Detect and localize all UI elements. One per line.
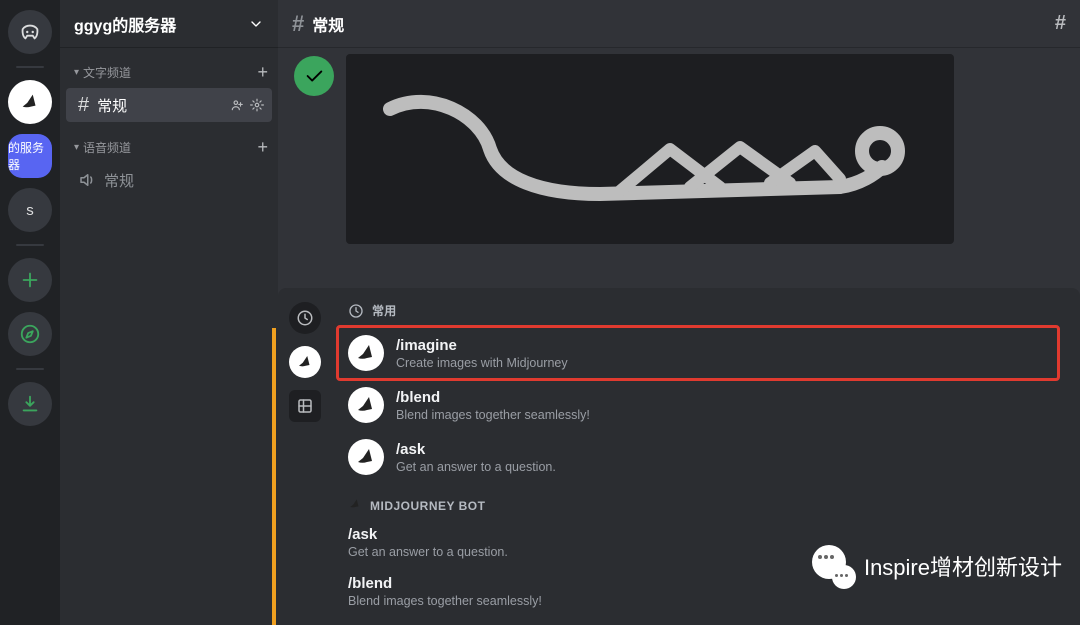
section-label: 语音频道	[83, 139, 257, 156]
bot-avatar-icon	[348, 497, 362, 514]
message-avatar[interactable]	[294, 56, 334, 96]
text-channel[interactable]: # 常规	[66, 88, 272, 122]
source-midjourney[interactable]	[289, 346, 321, 378]
sailboat-icon	[348, 497, 362, 511]
command-desc: Get an answer to a question.	[396, 460, 556, 474]
clock-icon	[348, 303, 364, 319]
server-s[interactable]: s	[8, 188, 52, 232]
bot-avatar-icon	[348, 439, 384, 475]
main-area: # 常规 #	[278, 0, 1080, 625]
plus-icon	[19, 269, 41, 291]
caret-icon: ▾	[74, 67, 79, 78]
command-blend[interactable]: /blend Blend images together seamlessly!	[338, 569, 1058, 618]
download-icon	[19, 393, 41, 415]
server-name: ggyg的服务器	[74, 12, 248, 36]
bot-section-label: MIDJOURNEY BOT	[348, 497, 1058, 514]
command-ask[interactable]: /ask Get an answer to a question.	[338, 520, 1058, 569]
grid-icon	[296, 397, 314, 415]
add-channel-button[interactable]: +	[257, 62, 268, 83]
download-button[interactable]	[8, 382, 52, 426]
thread-icon[interactable]: #	[1055, 12, 1066, 35]
rail-separator	[16, 244, 44, 246]
command-name: /ask	[396, 441, 556, 458]
command-desc: Blend images together seamlessly!	[396, 408, 590, 422]
speaker-icon	[78, 171, 96, 189]
sailboat-icon	[19, 91, 41, 113]
app-root: 的服务器 s ggyg的服务器 ▾ 文字频道 + # 常规	[0, 0, 1080, 625]
add-server-button[interactable]	[8, 258, 52, 302]
discord-icon	[19, 21, 41, 43]
home-button[interactable]	[8, 10, 52, 54]
command-name: /blend	[396, 389, 590, 406]
command-blend[interactable]: /blend Blend images together seamlessly!	[338, 379, 1058, 431]
chat-body: 常用 /imagine Create images with Midjourne…	[278, 48, 1080, 625]
server-rail: 的服务器 s	[0, 0, 60, 625]
section-label: 文字频道	[83, 64, 257, 81]
source-recent[interactable]	[289, 302, 321, 334]
command-imagine[interactable]: /imagine Create images with Midjourney	[338, 327, 1058, 379]
sailboat-icon	[354, 393, 378, 417]
command-desc: Get an answer to a question.	[348, 545, 1048, 559]
channel-title-bar: # 常规 #	[278, 0, 1080, 48]
text-channels-header[interactable]: ▾ 文字频道 +	[60, 48, 278, 87]
command-ask[interactable]: /ask Get an answer to a question.	[338, 431, 1058, 483]
server-header[interactable]: ggyg的服务器	[60, 0, 278, 48]
check-icon	[303, 65, 325, 87]
rail-separator	[16, 66, 44, 68]
command-name: /ask	[348, 526, 1048, 543]
section-label-text: MIDJOURNEY BOT	[370, 499, 485, 513]
channel-title: 常规	[312, 12, 1055, 36]
sailboat-icon	[354, 341, 378, 365]
invite-icon[interactable]	[230, 98, 244, 112]
settings-icon[interactable]	[250, 98, 264, 112]
source-builtin[interactable]	[289, 390, 321, 422]
sailboat-icon	[296, 353, 314, 371]
command-popup: 常用 /imagine Create images with Midjourne…	[278, 288, 1080, 625]
command-desc: Create images with Midjourney	[396, 356, 568, 370]
channel-name: 常规	[97, 95, 230, 116]
command-fast[interactable]: /fast Switch to fast mode	[338, 618, 1058, 625]
command-source-rail	[278, 288, 332, 625]
bot-avatar-icon	[348, 387, 384, 423]
add-channel-button[interactable]: +	[257, 137, 268, 158]
chevron-down-icon	[248, 16, 264, 32]
hash-icon: #	[78, 94, 89, 117]
generated-image	[370, 79, 930, 219]
voice-channel[interactable]: 常规	[66, 163, 272, 197]
voice-channels-header[interactable]: ▾ 语音频道 +	[60, 123, 278, 162]
server-midjourney[interactable]	[8, 80, 52, 124]
command-list: 常用 /imagine Create images with Midjourne…	[332, 288, 1080, 625]
recent-section-label: 常用	[348, 302, 1058, 319]
sailboat-icon	[354, 445, 378, 469]
channel-name: 常规	[104, 170, 264, 191]
explore-button[interactable]	[8, 312, 52, 356]
channel-sidebar: ggyg的服务器 ▾ 文字频道 + # 常规 ▾ 语音频道 + 常规	[60, 0, 278, 625]
rail-separator	[16, 368, 44, 370]
clock-icon	[296, 309, 314, 327]
server-current[interactable]: 的服务器	[8, 134, 52, 178]
compass-icon	[19, 323, 41, 345]
reply-indicator	[272, 328, 276, 625]
command-desc: Blend images together seamlessly!	[348, 594, 1048, 608]
bot-avatar-icon	[348, 335, 384, 371]
command-name: /blend	[348, 575, 1048, 592]
section-label-text: 常用	[372, 302, 397, 319]
command-name: /imagine	[396, 337, 568, 354]
caret-icon: ▾	[74, 142, 79, 153]
image-attachment[interactable]	[346, 54, 954, 244]
hash-icon: #	[292, 11, 304, 37]
